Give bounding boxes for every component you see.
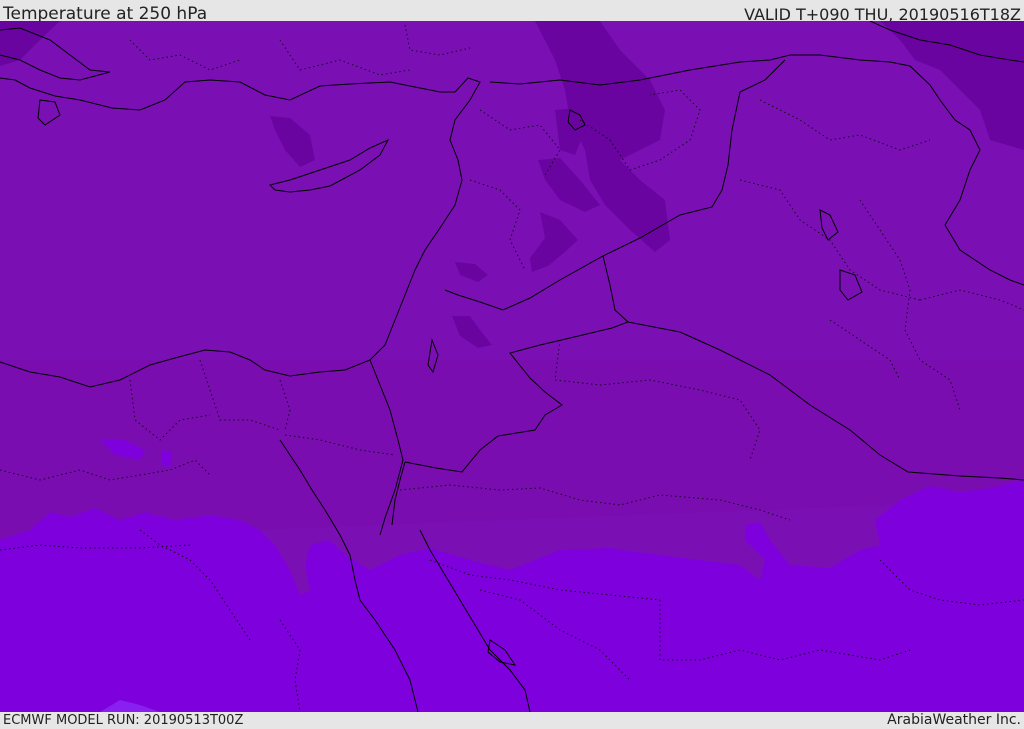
model-run: ECMWF MODEL RUN: 20190513T00Z [3, 713, 244, 728]
brand-label: ArabiaWeather Inc. [887, 712, 1021, 728]
footer-bar: ECMWF MODEL RUN: 20190513T00Z ArabiaWeat… [0, 712, 1024, 729]
weather-map [0, 21, 1024, 712]
header-bar: Temperature at 250 hPa VALID T+090 THU, … [0, 0, 1024, 24]
